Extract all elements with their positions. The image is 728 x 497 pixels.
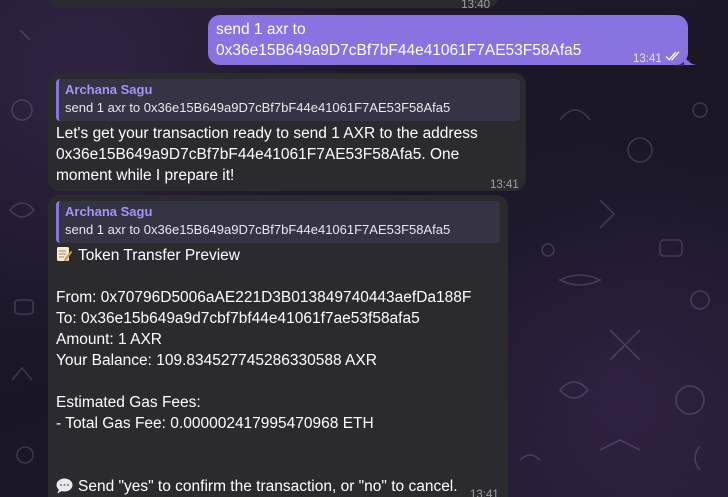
message-time: 13:41 [470,489,499,497]
message-time: 13:41 [633,53,662,65]
incoming-message-bubble-preview[interactable]: Archana Sagu send 1 axr to 0x36e15B649a9… [48,195,508,497]
message-text-line-2: 0x36e15B649a9D7cBf7bF44e41061F7AE53F58Af… [56,146,460,163]
message-text-line-1: send 1 axr to [216,21,306,38]
message-text-line-2: 0x36e15B649a9D7cBf7bF44e41061F7AE53F58Af… [216,42,582,59]
confirm-prompt-line: Send "yes" to confirm the transaction, o… [56,476,458,497]
message-time: 13:40 [461,0,490,11]
outgoing-message-bubble[interactable]: send 1 axr to 0x36e15B649a9D7cBf7bF44e41… [208,15,688,65]
message-text-line-3: moment while I prepare it! [56,167,235,184]
chat-area[interactable]: 13:40 send 1 axr to 0x36e15B649a9D7cBf7b… [0,0,728,497]
preview-title-line: Token Transfer Preview [56,245,240,266]
double-check-icon [665,51,680,61]
bubble-tail-outgoing [684,53,696,65]
speech-bubble-emoji-icon [56,478,73,494]
quoted-reply-author: Archana Sagu [65,82,153,97]
preview-amount: Amount: 1 AXR [56,331,162,348]
preview-title: Token Transfer Preview [78,247,240,264]
preview-balance: Your Balance: 109.834527745286330588 AXR [56,352,377,369]
quoted-reply[interactable]: Archana Sagu send 1 axr to 0x36e15B649a9… [56,201,500,243]
preview-from: From: 0x70796D5006aAE221D3B013849740443a… [56,289,472,306]
quoted-reply-author: Archana Sagu [65,204,153,219]
message-time: 13:41 [490,179,519,191]
gas-fees-total: - Total Gas Fee: 0.000002417995470968 ET… [56,415,374,432]
previous-message-bubble[interactable]: 13:40 [48,0,498,11]
quoted-reply[interactable]: Archana Sagu send 1 axr to 0x36e15B649a9… [56,79,520,121]
quoted-reply-text: send 1 axr to 0x36e15B649a9D7cBf7bF44e41… [65,222,451,237]
preview-to: To: 0x36e15b649a9d7cbf7bf44e41061f7ae53f… [56,310,420,327]
quoted-reply-text: send 1 axr to 0x36e15B649a9D7cBf7bF44e41… [65,100,451,115]
incoming-message-bubble[interactable]: Archana Sagu send 1 axr to 0x36e15B649a9… [48,73,526,191]
confirm-prompt: Send "yes" to confirm the transaction, o… [78,478,458,495]
gas-fees-title: Estimated Gas Fees: [56,394,201,411]
memo-emoji-icon [57,247,72,262]
message-text-line-1: Let's get your transaction ready to send… [56,125,478,142]
